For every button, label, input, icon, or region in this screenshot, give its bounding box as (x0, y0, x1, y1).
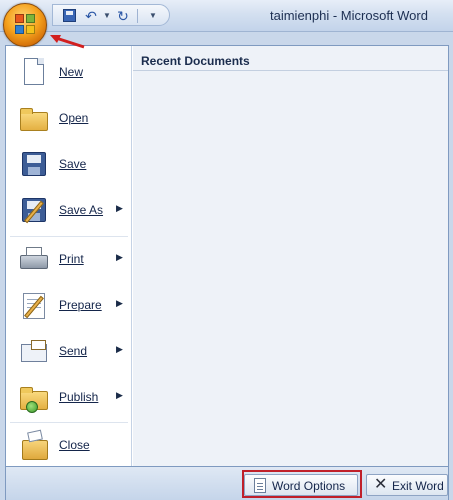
close-document-icon (18, 429, 50, 462)
menu-item-label: Print (59, 252, 84, 266)
recent-documents-pane: Recent Documents (133, 46, 448, 466)
toolbar-separator (137, 9, 138, 23)
menu-item-new[interactable]: New (6, 50, 132, 96)
exit-word-button[interactable]: ✕ Exit Word (366, 474, 448, 496)
recent-documents-title: Recent Documents (141, 54, 250, 68)
prepare-document-icon (18, 290, 50, 322)
redo-icon[interactable]: ↻ (115, 8, 131, 24)
menu-item-save-as[interactable]: Save As ▶ (6, 188, 132, 234)
customize-dropdown-icon[interactable]: ▼ (145, 8, 161, 24)
office-button[interactable] (3, 3, 47, 47)
title-bar: ↶ ▼ ↻ ▼ taimienphi - Microsoft Word (0, 0, 453, 32)
submenu-arrow-icon: ▶ (116, 298, 123, 308)
submenu-arrow-icon: ▶ (116, 390, 123, 400)
save-as-icon (18, 195, 50, 227)
close-icon: ✕ (374, 476, 388, 493)
menu-item-prepare[interactable]: Prepare ▶ (6, 283, 132, 329)
menu-item-label: Close (59, 438, 90, 452)
menu-item-label: Publish (59, 390, 99, 404)
save-icon[interactable] (61, 8, 77, 24)
office-menu: New Open Save Save As ▶ Print ▶ Prepare … (5, 45, 449, 467)
menu-item-label: Save (59, 157, 87, 171)
office-logo-icon (15, 14, 37, 36)
submenu-arrow-icon: ▶ (116, 203, 123, 213)
menu-footer: Word Options ✕ Exit Word (5, 467, 449, 500)
send-icon (18, 336, 50, 368)
recent-divider (133, 70, 448, 71)
menu-item-open[interactable]: Open (6, 96, 132, 142)
submenu-arrow-icon: ▶ (116, 252, 123, 262)
menu-item-send[interactable]: Send ▶ (6, 329, 132, 375)
printer-icon (18, 244, 50, 276)
quick-access-toolbar: ↶ ▼ ↻ ▼ (52, 4, 170, 26)
menu-item-label: Open (59, 111, 89, 125)
open-folder-icon (18, 103, 50, 135)
annotation-arrow-icon (50, 35, 85, 49)
menu-item-close[interactable]: Close (6, 423, 132, 469)
submenu-arrow-icon: ▶ (116, 344, 123, 354)
menu-item-label: Save As (59, 203, 104, 217)
annotation-highlight-box (242, 470, 362, 498)
command-pane: New Open Save Save As ▶ Print ▶ Prepare … (6, 46, 132, 466)
undo-dropdown-icon[interactable]: ▼ (99, 8, 115, 24)
publish-icon (18, 382, 50, 414)
save-disk-icon (18, 149, 50, 181)
menu-item-label: New (59, 65, 84, 79)
window-title: taimienphi - Microsoft Word (270, 8, 428, 23)
exit-word-label: Exit Word (392, 479, 444, 493)
new-document-icon (18, 57, 50, 89)
menu-item-save[interactable]: Save (6, 142, 132, 188)
undo-icon[interactable]: ↶ (83, 8, 99, 24)
menu-item-label: Prepare (59, 298, 102, 312)
menu-item-publish[interactable]: Publish ▶ (6, 375, 132, 421)
menu-item-print[interactable]: Print ▶ (6, 237, 132, 283)
menu-item-label: Send (59, 344, 88, 358)
